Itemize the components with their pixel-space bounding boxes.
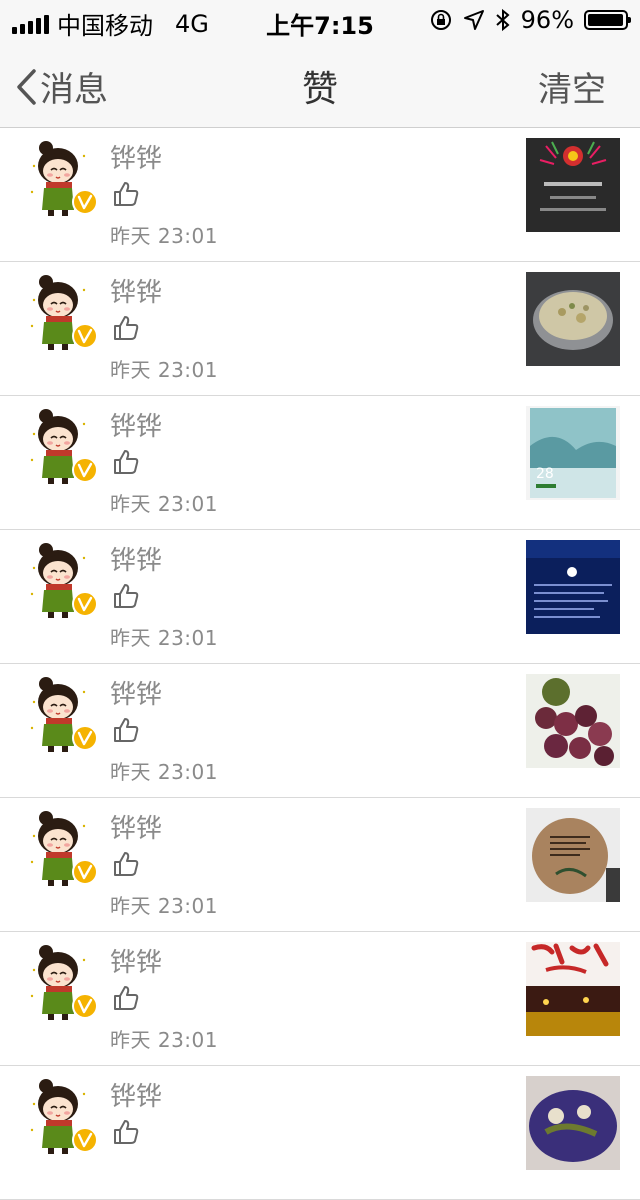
misty-landscape-weather-card[interactable]: 28: [526, 406, 620, 500]
battery-icon: [584, 10, 631, 30]
avatar[interactable]: [24, 136, 100, 218]
red-banner-stage-photo[interactable]: [526, 942, 620, 1036]
liker-name[interactable]: 铧铧: [110, 674, 162, 711]
rotation-lock-icon: [430, 10, 451, 30]
like-list-item[interactable]: 铧铧 昨天 23:01 28: [0, 396, 640, 530]
liker-name[interactable]: 铧铧: [110, 1076, 162, 1113]
like-time: 昨天 23:01: [110, 894, 218, 918]
likes-list: 铧铧 昨天 23:01 铧铧 昨天 23:01 铧铧 昨天 23:01 28 铧…: [0, 128, 640, 1200]
like-list-item[interactable]: 铧铧 昨天 23:01: [0, 530, 640, 664]
like-time: 昨天 23:01: [110, 224, 218, 248]
avatar[interactable]: [24, 270, 100, 352]
svg-text:28: 28: [536, 466, 554, 482]
like-time: 昨天 23:01: [110, 760, 218, 784]
liker-name[interactable]: 铧铧: [110, 406, 162, 443]
like-list-item[interactable]: 铧铧 昨天 23:01: [0, 128, 640, 262]
like-time: 昨天 23:01: [110, 1028, 218, 1052]
thumbs-up-icon: [114, 450, 139, 474]
thumbs-up-icon: [114, 584, 139, 608]
avatar[interactable]: [24, 806, 100, 888]
avatar[interactable]: [24, 672, 100, 754]
thumbs-up-icon: [114, 986, 139, 1010]
dark-blue-info-card[interactable]: [526, 540, 620, 634]
liker-name[interactable]: 铧铧: [110, 138, 162, 175]
location-arrow-icon: [463, 10, 484, 30]
bowl-of-food-photo[interactable]: [526, 272, 620, 366]
liker-name[interactable]: 铧铧: [110, 942, 162, 979]
avatar[interactable]: [24, 940, 100, 1022]
thumbs-up-icon: [114, 1120, 139, 1144]
round-wall-sign-photo[interactable]: [526, 808, 620, 902]
battery-percent: 96%: [520, 6, 574, 34]
avatar[interactable]: [24, 538, 100, 620]
liker-name[interactable]: 铧铧: [110, 272, 162, 309]
avatar[interactable]: [24, 404, 100, 486]
liker-name[interactable]: 铧铧: [110, 540, 162, 577]
navigation-bar: 消息 赞 清空: [0, 40, 640, 128]
like-time: 昨天 23:01: [110, 626, 218, 650]
bayberry-fruit-photo[interactable]: [526, 674, 620, 768]
status-right: 96%: [429, 6, 631, 34]
purple-dessert-photo[interactable]: [526, 1076, 620, 1170]
carrier-label: 中国移动: [57, 12, 153, 40]
status-bar: 中国移动 4G 上午7:15 96%: [0, 0, 640, 40]
like-list-item[interactable]: 铧铧 昨天 23:01: [0, 664, 640, 798]
network-type: 4G: [175, 9, 209, 38]
thumbs-up-icon: [114, 316, 139, 340]
like-list-item[interactable]: 铧铧 昨天 23:01: [0, 932, 640, 1066]
avatar[interactable]: [24, 1074, 100, 1156]
thumbs-up-icon: [114, 852, 139, 876]
clear-button[interactable]: 清空: [538, 62, 606, 111]
status-left: 中国移动 4G: [12, 6, 209, 41]
thumbs-up-icon: [114, 182, 139, 206]
thumbs-up-icon: [114, 718, 139, 742]
battery-fill: [588, 14, 623, 26]
like-list-item[interactable]: 铧铧 昨天 23:01: [0, 798, 640, 932]
like-list-item[interactable]: 铧铧 昨天 23:01: [0, 262, 640, 396]
liker-name[interactable]: 铧铧: [110, 808, 162, 845]
like-list-item[interactable]: 铧铧: [0, 1066, 640, 1200]
signal-bars-icon: [12, 14, 49, 34]
bluetooth-icon: [495, 8, 510, 32]
like-time: 昨天 23:01: [110, 492, 218, 516]
award-notification-screenshot[interactable]: [526, 138, 620, 232]
like-time: 昨天 23:01: [110, 358, 218, 382]
